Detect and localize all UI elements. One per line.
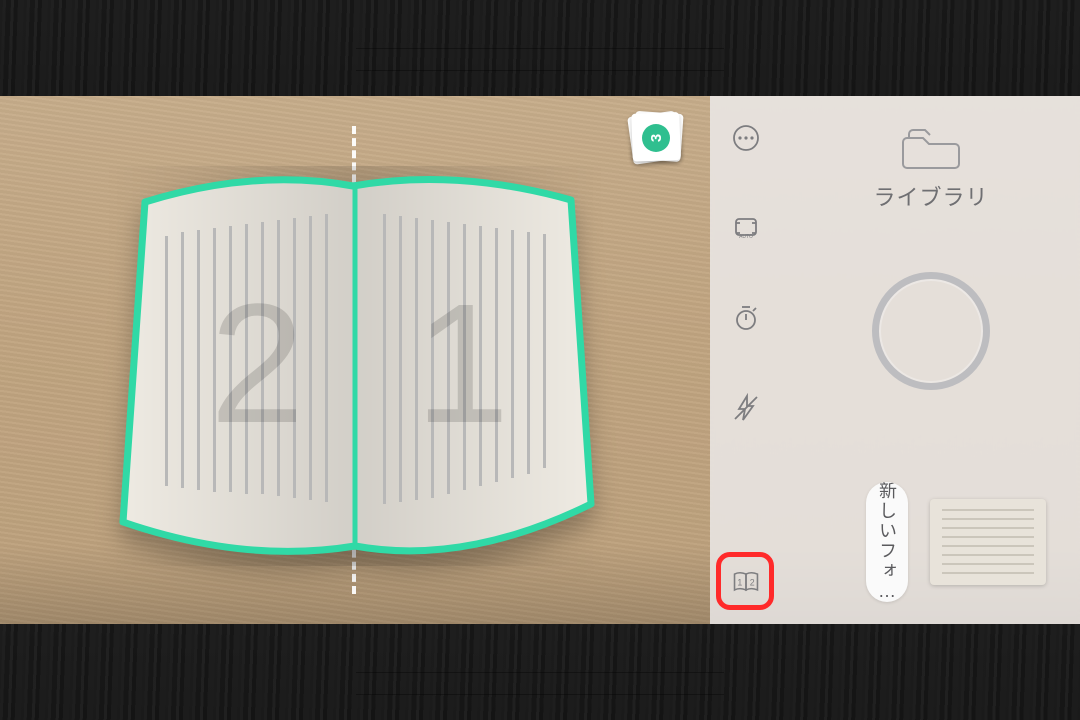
svg-text:AUTO: AUTO: [739, 234, 753, 240]
timer-icon: [731, 303, 761, 333]
timer-button[interactable]: [728, 300, 764, 336]
detected-book: [105, 166, 605, 566]
camera-viewport: 1 2 3 AUTO: [0, 96, 1080, 624]
flash-button[interactable]: [728, 390, 764, 426]
new-folder-chip[interactable]: 新しいフォ…: [866, 482, 908, 602]
last-scan-thumbnail[interactable]: [930, 499, 1046, 585]
frame-wood-bottom: [0, 624, 1080, 720]
library-button[interactable]: [901, 124, 961, 172]
scanned-pages-stack[interactable]: 3: [628, 112, 690, 166]
auto-crop-icon: AUTO: [731, 213, 761, 243]
more-icon: [731, 123, 761, 153]
tutorial-highlight: [716, 552, 774, 610]
flash-off-icon: [731, 393, 761, 423]
shutter-button[interactable]: [872, 272, 990, 390]
bottom-row: 新しいフォ…: [866, 482, 1052, 602]
auto-crop-button[interactable]: AUTO: [728, 210, 764, 246]
frame-wood-top: [0, 0, 1080, 96]
scanned-count-badge: 3: [642, 124, 670, 152]
right-column: ライブラリ 新しいフォ…: [782, 96, 1080, 624]
icon-rail: AUTO: [710, 96, 782, 624]
library-label: ライブラリ: [873, 180, 988, 212]
more-button[interactable]: [728, 120, 764, 156]
folder-icon: [901, 124, 961, 172]
controls-panel: AUTO: [710, 96, 1080, 624]
